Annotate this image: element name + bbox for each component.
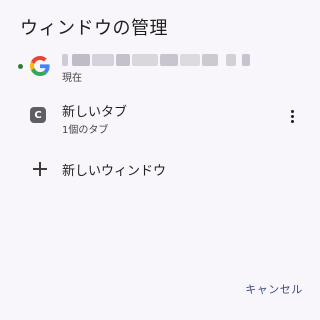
tab-count-label: 1個のタブ xyxy=(62,125,109,136)
tab-item[interactable]: C 新しいタブ 1個のタブ xyxy=(0,98,320,138)
window-name-redacted xyxy=(62,54,252,66)
new-window-button[interactable]: 新しいウィンドウ xyxy=(0,156,320,182)
window-status-label: 現在 xyxy=(62,73,82,84)
window-item-current[interactable]: 現在 xyxy=(0,52,320,88)
cancel-button[interactable]: キャンセル xyxy=(240,278,308,300)
plus-icon xyxy=(33,162,47,176)
dialog-title: ウィンドウの管理 xyxy=(20,18,168,39)
new-window-label: 新しいウィンドウ xyxy=(62,164,167,179)
tab-title: 新しいタブ xyxy=(62,105,128,120)
manage-windows-dialog: ウィンドウの管理 現在 C 新しいタブ 1個のタブ 新しいウィンドウ キャンセル xyxy=(0,0,320,320)
google-g-icon xyxy=(30,56,50,76)
current-indicator-dot xyxy=(18,64,23,69)
more-vert-icon[interactable] xyxy=(280,104,304,128)
tab-favicon-icon: C xyxy=(30,107,46,123)
